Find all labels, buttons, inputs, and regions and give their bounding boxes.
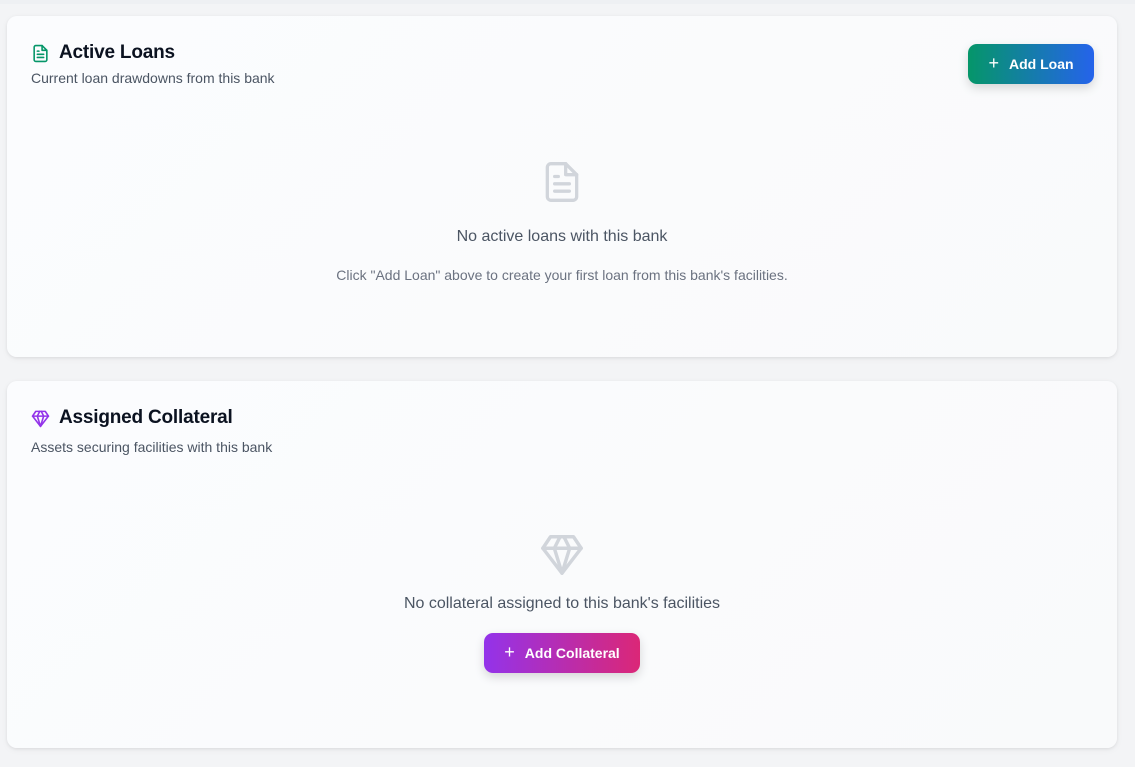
- active-loans-title-row: Active Loans: [31, 42, 1093, 64]
- plus-icon: +: [988, 53, 999, 73]
- assigned-collateral-header: Assigned Collateral Assets securing faci…: [31, 407, 1093, 455]
- assigned-collateral-title: Assigned Collateral: [59, 407, 233, 428]
- document-icon: [540, 158, 584, 206]
- active-loans-card: Active Loans Current loan drawdowns from…: [7, 16, 1117, 357]
- gem-icon: [31, 409, 50, 428]
- active-loans-subtitle: Current loan drawdowns from this bank: [31, 70, 275, 86]
- loans-empty-hint: Click "Add Loan" above to create your fi…: [336, 267, 788, 283]
- add-collateral-label: Add Collateral: [524, 645, 620, 661]
- assigned-collateral-subtitle: Assets securing facilities with this ban…: [31, 439, 273, 455]
- loans-empty-state: No active loans with this bank Click "Ad…: [7, 158, 1117, 283]
- collateral-empty-state: No collateral assigned to this bank's fa…: [7, 531, 1117, 673]
- add-collateral-button[interactable]: + Add Collateral: [484, 633, 640, 673]
- collateral-empty-title: No collateral assigned to this bank's fa…: [403, 595, 721, 612]
- active-loans-header: Active Loans Current loan drawdowns from…: [31, 42, 1093, 86]
- add-loan-button[interactable]: + Add Loan: [968, 44, 1094, 84]
- top-edge: [0, 0, 1135, 4]
- gem-icon: [539, 531, 585, 577]
- assigned-collateral-title-row: Assigned Collateral: [31, 407, 1093, 429]
- loans-empty-title: No active loans with this bank: [456, 228, 668, 245]
- plus-icon: +: [504, 642, 515, 662]
- active-loans-title: Active Loans: [59, 42, 175, 63]
- add-loan-label: Add Loan: [1008, 56, 1074, 72]
- assigned-collateral-card: Assigned Collateral Assets securing faci…: [7, 381, 1117, 748]
- document-icon: [31, 44, 50, 63]
